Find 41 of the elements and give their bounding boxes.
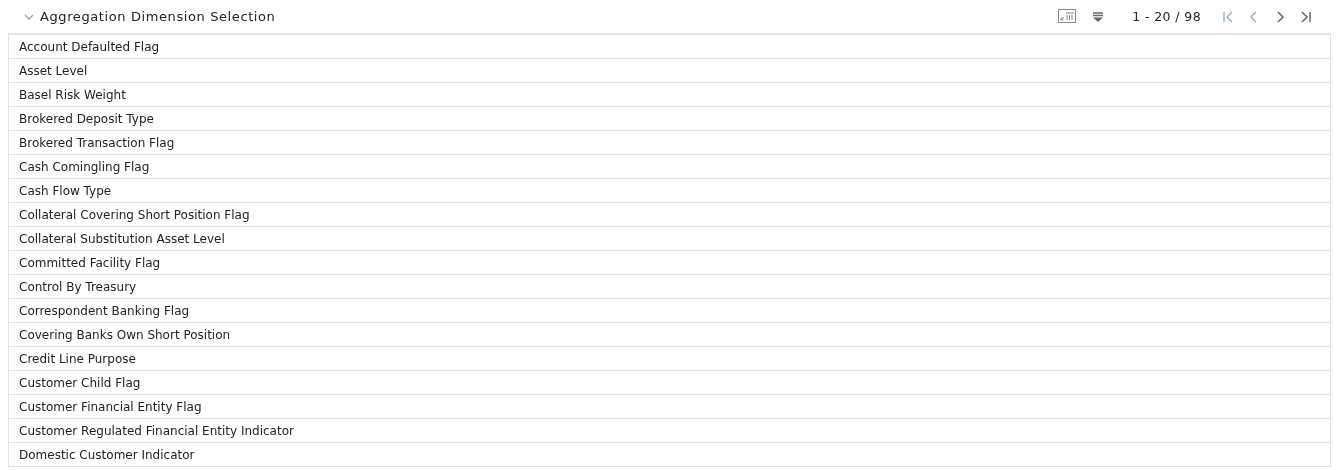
table-cell: Cash Comingling Flag: [19, 159, 150, 174]
table-row[interactable]: Basel Risk Weight: [9, 83, 1330, 107]
table-cell: Asset Level: [19, 63, 88, 78]
section-title: Aggregation Dimension Selection: [40, 9, 276, 24]
table-row[interactable]: Collateral Covering Short Position Flag: [9, 203, 1330, 227]
table-cell: Account Defaulted Flag: [19, 39, 160, 54]
page-range: 1 - 20 / 98: [1132, 9, 1201, 24]
table-cell: Collateral Covering Short Position Flag: [19, 207, 250, 222]
sort-icon[interactable]: [1092, 10, 1105, 23]
table-cell: Domestic Customer Indicator: [19, 447, 195, 462]
table-row[interactable]: Customer Child Flag: [9, 371, 1330, 395]
table-cell: Collateral Substitution Asset Level: [19, 231, 225, 246]
table-cell: Control By Treasury: [19, 279, 137, 294]
last-page-icon[interactable]: [1298, 8, 1314, 25]
table-row[interactable]: Correspondent Banking Flag: [9, 299, 1330, 323]
table-cell: Basel Risk Weight: [19, 87, 126, 102]
table-cell: Brokered Transaction Flag: [19, 135, 175, 150]
table-cell: Committed Facility Flag: [19, 255, 161, 270]
table-row[interactable]: Control By Treasury: [9, 275, 1330, 299]
table-row[interactable]: Cash Flow Type: [9, 179, 1330, 203]
table-cell: Brokered Deposit Type: [19, 111, 154, 126]
table-cell: Customer Financial Entity Flag: [19, 399, 202, 414]
table-row[interactable]: Credit Line Purpose: [9, 347, 1330, 371]
table-row[interactable]: Cash Comingling Flag: [9, 155, 1330, 179]
table-row[interactable]: Domestic Customer Indicator: [9, 443, 1330, 467]
table-row[interactable]: Customer Regulated Financial Entity Indicator: [9, 419, 1330, 443]
table-cell: Customer Child Flag: [19, 375, 141, 390]
table-cell: Customer Regulated Financial Entity Indicator: [19, 423, 294, 438]
table-cell: Correspondent Banking Flag: [19, 303, 190, 318]
table-row[interactable]: Brokered Deposit Type: [9, 107, 1330, 131]
table-row[interactable]: Customer Financial Entity Flag: [9, 395, 1330, 419]
table-row[interactable]: Committed Facility Flag: [9, 251, 1330, 275]
table-row[interactable]: Collateral Substitution Asset Level: [9, 227, 1330, 251]
table-row[interactable]: Account Defaulted Flag: [9, 35, 1330, 59]
table-row[interactable]: Brokered Transaction Flag: [9, 131, 1330, 155]
table-cell: Cash Flow Type: [19, 183, 112, 198]
table-row[interactable]: Asset Level: [9, 59, 1330, 83]
table-cell: Credit Line Purpose: [19, 351, 136, 366]
table-cell: Covering Banks Own Short Position: [19, 327, 231, 342]
view-icon[interactable]: [1058, 9, 1077, 24]
table-row[interactable]: Covering Banks Own Short Position: [9, 323, 1330, 347]
